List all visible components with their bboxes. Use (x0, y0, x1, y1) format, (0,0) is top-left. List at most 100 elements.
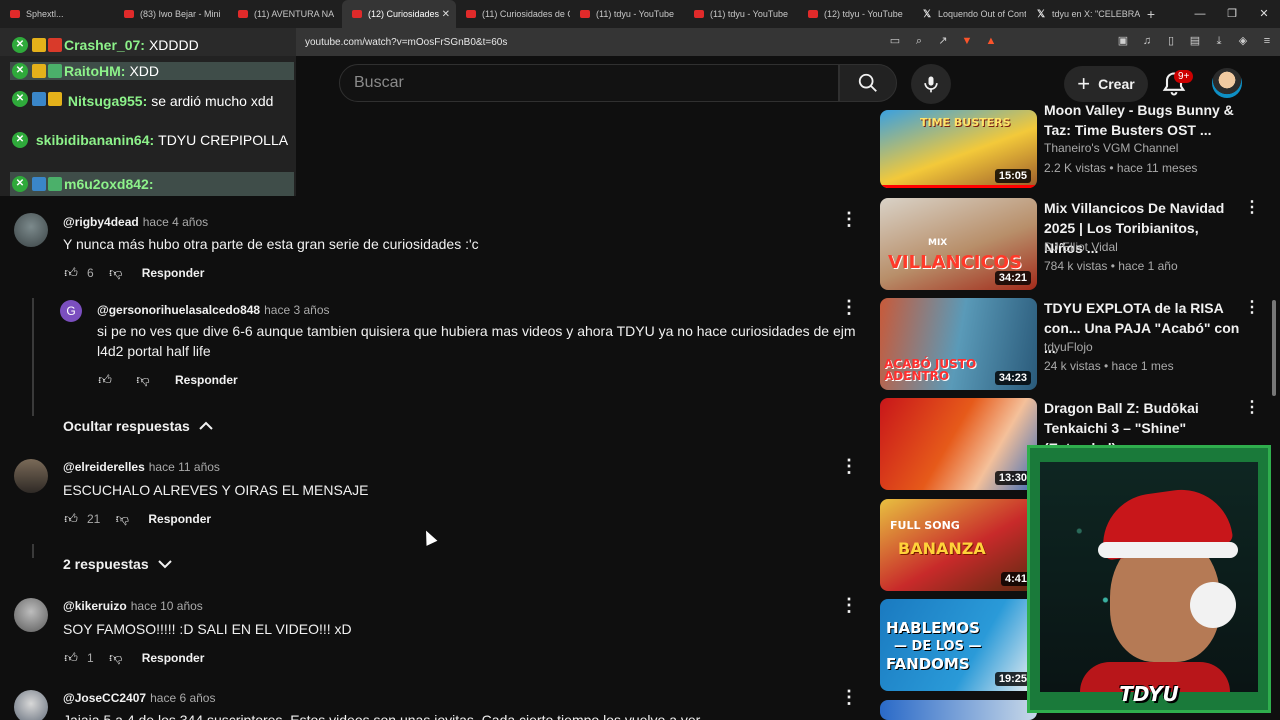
comment-menu-icon[interactable]: ⋮ (840, 298, 858, 316)
comment-menu-icon[interactable]: ⋮ (840, 596, 858, 614)
recommended-video[interactable]: ACABÓ JUSTO ADENTRO 34:23 TDYU EXPLOTA d… (880, 298, 1260, 392)
tab-title: (11) AVENTURA NA (254, 9, 335, 19)
video-title[interactable]: Moon Valley - Bugs Bunny & Taz: Time Bus… (1044, 100, 1240, 140)
video-thumbnail[interactable]: ACABÓ JUSTO ADENTRO 34:23 (880, 298, 1037, 390)
address-bar[interactable]: youtube.com/watch?v=mOosFrSGnB0&t=60s (305, 37, 507, 48)
search-input[interactable] (354, 74, 814, 92)
browser-tab[interactable]: (11) Curiosidades de C (456, 0, 570, 28)
close-icon[interactable]: ✕ (1248, 0, 1280, 28)
comment-menu-icon[interactable]: ⋮ (840, 210, 858, 228)
wallet-icon[interactable]: ▤ (1188, 34, 1202, 48)
comment-actions: 👍︎ 👎︎ Responder (97, 372, 238, 388)
commenter-avatar[interactable] (14, 598, 48, 632)
video-meta: 24 k vistas • hace 1 mes (1044, 359, 1174, 373)
browser-tab[interactable]: (11) AVENTURA NA (228, 0, 342, 28)
commenter-avatar[interactable] (14, 459, 48, 493)
comment-text: SOY FAMOSO!!!!! :D SALI EN EL VIDEO!!! x… (63, 621, 352, 637)
video-thumbnail[interactable]: MIX VILLANCICOS 34:21 (880, 198, 1037, 290)
video-thumbnail[interactable] (880, 700, 1037, 720)
tab-title: Sphextl... (26, 9, 64, 19)
zoom-icon[interactable]: ⌕ (912, 34, 926, 48)
extensions-icon[interactable]: ▣ (1116, 34, 1130, 48)
youtube-icon (466, 10, 476, 18)
video-menu-icon[interactable]: ⋮ (1244, 200, 1260, 216)
like-icon[interactable]: 👍︎ (63, 511, 79, 527)
comment-time[interactable]: hace 4 años (143, 215, 208, 229)
comment-time[interactable]: hace 6 años (150, 691, 215, 705)
comment-header: @kikeruizo hace 10 años (63, 599, 203, 613)
like-icon[interactable]: 👍︎ (63, 265, 79, 281)
comment-menu-icon[interactable]: ⋮ (840, 457, 858, 475)
hide-replies-toggle[interactable]: Ocultar respuestas (63, 418, 214, 434)
browser-tab[interactable]: (83) Iwo Bejar - Mini (114, 0, 228, 28)
commenter-avatar[interactable] (14, 690, 48, 720)
menu-icon[interactable]: ≡ (1260, 34, 1274, 48)
like-icon[interactable]: 👍︎ (63, 650, 79, 666)
comment-author[interactable]: @gersonorihuelasalcedo848 (97, 303, 260, 317)
new-tab-button[interactable]: + (1140, 6, 1162, 22)
video-channel[interactable]: Thaneiro's VGM Channel (1044, 141, 1178, 155)
browser-tab[interactable]: 𝕏tdyu en X: "CELEBRAN (1026, 0, 1140, 28)
thumbnail-text: BANANZA (898, 539, 986, 558)
verified-icon: ✕ (12, 132, 28, 148)
browser-tab[interactable]: 𝕏 Loquendo Out of Cont (912, 0, 1026, 28)
browser-tab[interactable]: (12) tdyu - YouTube (798, 0, 912, 28)
video-thumbnail[interactable]: 13:30 (880, 398, 1037, 490)
browser-tab[interactable]: (11) tdyu - YouTube (684, 0, 798, 28)
reply-button[interactable]: Responder (175, 373, 238, 387)
reply-button[interactable]: Responder (142, 651, 205, 665)
chat-username: Crasher_07: (64, 37, 145, 53)
vpn-icon[interactable]: ◈ (1236, 34, 1250, 48)
reply-button[interactable]: Responder (142, 266, 205, 280)
browser-tab[interactable]: (11) tdyu - YouTube (570, 0, 684, 28)
comment-time[interactable]: hace 3 años (264, 303, 329, 317)
video-thumbnail[interactable]: TIME BUSTERS 15:05 (880, 110, 1037, 188)
recommended-video[interactable]: MIX VILLANCICOS 34:21 Mix Villancicos De… (880, 198, 1260, 292)
verified-icon: ✕ (12, 91, 28, 107)
commenter-avatar[interactable] (14, 213, 48, 247)
account-avatar[interactable] (1212, 68, 1242, 98)
comment-time[interactable]: hace 10 años (131, 599, 203, 613)
dislike-icon[interactable]: 👎︎ (108, 650, 124, 666)
video-thumbnail[interactable]: HABLEMOS — DE LOS — FANDOMS 19:25 (880, 599, 1037, 691)
tab-title: tdyu en X: "CELEBRAN (1052, 9, 1140, 19)
dislike-icon[interactable]: 👎︎ (108, 265, 124, 281)
brave-shield-icon[interactable]: ▼ (960, 34, 974, 48)
download-icon[interactable]: ⤓ (1212, 34, 1226, 48)
close-tab-icon[interactable]: ✕ (442, 9, 450, 20)
verified-icon: ✕ (12, 37, 28, 53)
video-menu-icon[interactable]: ⋮ (1244, 400, 1260, 416)
comment-menu-icon[interactable]: ⋮ (840, 688, 858, 706)
dislike-icon[interactable]: 👎︎ (114, 511, 130, 527)
comment-author[interactable]: @kikeruizo (63, 599, 127, 613)
share-icon[interactable]: ↗ (936, 34, 950, 48)
video-channel[interactable]: tdyuFlojo (1044, 340, 1093, 354)
chat-username: Nitsuga955: (67, 93, 148, 109)
show-replies-toggle[interactable]: 2 respuestas (63, 556, 173, 572)
browser-tab[interactable]: Sphextl... (0, 0, 114, 28)
recommended-video[interactable]: TIME BUSTERS 15:05 Moon Valley - Bugs Bu… (880, 96, 1260, 190)
comment-author[interactable]: @JoseCC2407 (63, 691, 146, 705)
sub-badge-icon (48, 64, 62, 78)
video-thumbnail[interactable]: FULL SONG BANANZA 4:41 (880, 499, 1037, 591)
comment-author[interactable]: @elreiderelles (63, 460, 145, 474)
video-menu-icon[interactable]: ⋮ (1244, 300, 1260, 316)
minimize-icon[interactable]: — (1184, 0, 1216, 28)
comment-time[interactable]: hace 11 años (149, 460, 220, 474)
install-icon[interactable]: ▭ (888, 34, 902, 48)
reply-button[interactable]: Responder (148, 512, 211, 526)
music-icon[interactable]: ♫ (1140, 34, 1154, 48)
dislike-icon[interactable]: 👎︎ (135, 372, 151, 388)
sidebar-icon[interactable]: ▯ (1164, 34, 1178, 48)
video-channel[interactable]: DJ Elliot Vidal (1044, 240, 1118, 254)
browser-tab[interactable]: (12) Curiosidades ✕ (342, 0, 456, 28)
chevron-down-icon (157, 560, 172, 569)
comment-author[interactable]: @rigby4dead (63, 215, 139, 229)
search-icon (858, 73, 877, 92)
like-icon[interactable]: 👍︎ (97, 372, 113, 388)
scrollbar[interactable] (1272, 300, 1276, 396)
maximize-icon[interactable]: ❐ (1216, 0, 1248, 28)
reply-avatar[interactable]: G (60, 300, 82, 322)
brave-rewards-icon[interactable]: ▲ (984, 34, 998, 48)
youtube-icon (10, 10, 20, 18)
